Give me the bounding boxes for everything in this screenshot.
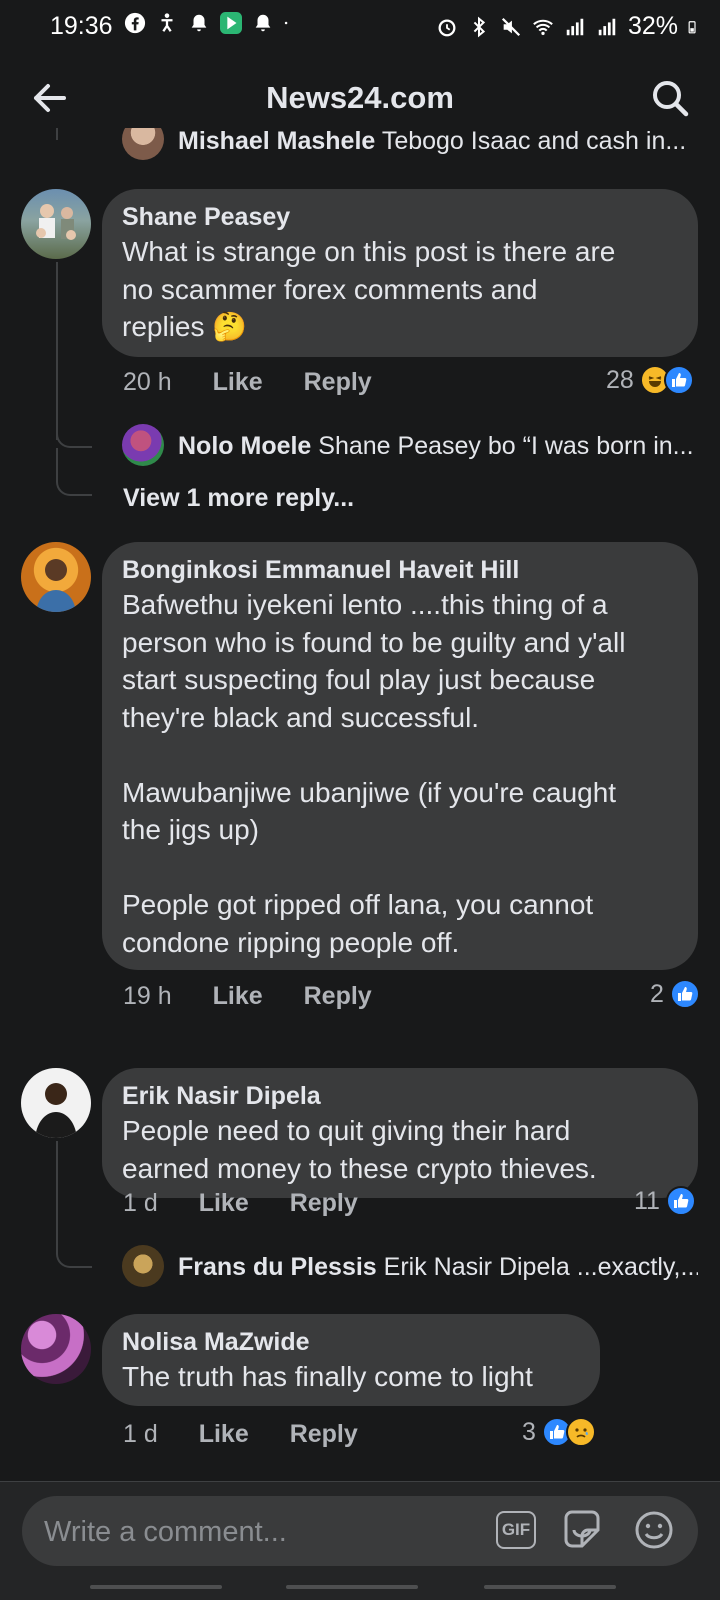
- like-reaction-icon: [663, 365, 694, 395]
- comment-bubble[interactable]: Nolisa MaZwide The truth has finally com…: [102, 1314, 600, 1406]
- like-reaction-icon: [665, 1186, 696, 1216]
- comment-actions: 1 d Like Reply: [123, 1420, 392, 1449]
- reply-text: Shane Peasey bo “I was born in...: [318, 432, 694, 460]
- comment-text: People need to quit giving their hard ea…: [122, 1115, 597, 1184]
- avatar[interactable]: [21, 542, 91, 612]
- comment-composer: Write a comment... GIF: [0, 1481, 720, 1600]
- emoji-icon[interactable]: [632, 1508, 676, 1552]
- mute-icon: [501, 17, 521, 36]
- reaction-summary[interactable]: 2: [650, 979, 700, 1009]
- comment-author[interactable]: Erik Nasir Dipela: [122, 1080, 678, 1112]
- comment-time[interactable]: 20 h: [123, 368, 172, 396]
- sad-reaction-icon: [565, 1417, 596, 1447]
- bell-icon: [191, 14, 207, 32]
- bell-icon-2: [255, 14, 271, 32]
- reply-button[interactable]: Reply: [290, 1189, 358, 1217]
- comment-time[interactable]: 19 h: [123, 982, 172, 1010]
- reaction-count: 3: [522, 1417, 536, 1446]
- comment-author[interactable]: Nolisa MaZwide: [122, 1326, 580, 1358]
- signal-icon: [566, 18, 584, 35]
- like-reaction-icon: [669, 979, 700, 1009]
- sticker-icon[interactable]: [560, 1508, 604, 1552]
- app-header: News24.com: [0, 60, 720, 136]
- reaction-summary[interactable]: 28: [606, 365, 694, 395]
- reply-author[interactable]: Frans du Plessis: [178, 1253, 377, 1281]
- avatar-photo: [36, 559, 76, 612]
- battery-icon: [688, 20, 696, 33]
- thread-connector: [56, 1218, 92, 1268]
- thread-connector: [56, 448, 92, 496]
- like-button[interactable]: Like: [199, 1420, 249, 1448]
- nav-handle-right[interactable]: [484, 1585, 616, 1589]
- like-button[interactable]: Like: [213, 368, 263, 396]
- reply-text: Erik Nasir Dipela ...exactly,...: [383, 1253, 698, 1281]
- alarm-icon: [438, 18, 456, 36]
- reply-preview[interactable]: Mishael Mashele Tebogo Isaac and cash in…: [178, 128, 698, 154]
- reaction-summary[interactable]: 11: [634, 1186, 696, 1216]
- thread-line: [56, 128, 58, 140]
- reply-author[interactable]: Mishael Mashele: [178, 128, 375, 154]
- comment-input[interactable]: Write a comment... GIF: [22, 1496, 698, 1566]
- reply-button[interactable]: Reply: [304, 982, 372, 1010]
- reaction-summary[interactable]: 3: [522, 1417, 596, 1447]
- nav-handle-left[interactable]: [90, 1585, 222, 1589]
- reaction-count: 11: [634, 1186, 660, 1215]
- comment-text: What is strange on this post is there ar…: [122, 236, 616, 342]
- notification-icons: [124, 12, 294, 34]
- like-button[interactable]: Like: [213, 982, 263, 1010]
- comment-text: The truth has finally come to light: [122, 1361, 533, 1392]
- comment-text: Bafwethu iyekeni lento ....this thing of…: [122, 589, 626, 958]
- reply-author[interactable]: Nolo Moele: [178, 432, 311, 460]
- search-icon[interactable]: [648, 76, 692, 120]
- comment-bubble[interactable]: Bonginkosi Emmanuel Haveit Hill Bafwethu…: [102, 542, 698, 970]
- comment-time[interactable]: 1 d: [123, 1189, 158, 1217]
- comment-bubble[interactable]: Erik Nasir Dipela People need to quit gi…: [102, 1068, 698, 1198]
- avatar-photo: [36, 204, 76, 240]
- reply-button[interactable]: Reply: [290, 1420, 358, 1448]
- comment-list[interactable]: Mishael Mashele Tebogo Isaac and cash in…: [0, 128, 720, 1480]
- signal-icon-2: [598, 18, 616, 35]
- comment-author[interactable]: Bonginkosi Emmanuel Haveit Hill: [122, 554, 678, 586]
- comment-author[interactable]: Shane Peasey: [122, 201, 678, 233]
- like-button[interactable]: Like: [199, 1189, 249, 1217]
- reply-preview[interactable]: Nolo Moele Shane Peasey bo “I was born i…: [178, 431, 698, 461]
- comment-actions: 20 h Like Reply: [123, 368, 406, 397]
- view-more-replies-link[interactable]: View 1 more reply...: [123, 484, 354, 513]
- comment-actions: 19 h Like Reply: [123, 982, 406, 1011]
- bluetooth-icon: [473, 16, 486, 37]
- reaction-count: 2: [650, 979, 664, 1008]
- avatar[interactable]: [122, 424, 164, 466]
- comment-bubble[interactable]: Shane Peasey What is strange on this pos…: [102, 189, 698, 357]
- battery-percentage: 32%: [627, 12, 678, 40]
- nav-handle-center[interactable]: [286, 1585, 418, 1589]
- status-time: 19:36: [50, 12, 113, 40]
- avatar[interactable]: [122, 128, 164, 160]
- system-icons: 32%: [436, 12, 702, 41]
- play-store-icon: [220, 12, 242, 34]
- comment-actions: 1 d Like Reply: [123, 1189, 392, 1218]
- thread-connector: [56, 398, 92, 448]
- reply-preview[interactable]: Frans du Plessis Erik Nasir Dipela ...ex…: [178, 1252, 698, 1282]
- avatar[interactable]: [21, 189, 91, 259]
- avatar[interactable]: [122, 1245, 164, 1287]
- page-title: News24.com: [266, 80, 454, 115]
- comment-input-placeholder[interactable]: Write a comment...: [44, 1516, 287, 1549]
- avatar-photo: [35, 1083, 77, 1138]
- status-bar: 19:36 32%: [0, 0, 720, 52]
- reaction-count: 28: [606, 365, 634, 394]
- wifi-icon: [533, 19, 553, 35]
- dot-icon: [284, 21, 288, 25]
- reply-button[interactable]: Reply: [304, 368, 372, 396]
- avatar[interactable]: [21, 1314, 91, 1384]
- facebook-icon: [124, 12, 146, 34]
- avatar[interactable]: [21, 1068, 91, 1138]
- comment-time[interactable]: 1 d: [123, 1420, 158, 1448]
- accessibility-icon: [161, 13, 173, 32]
- gif-button[interactable]: GIF: [496, 1511, 536, 1549]
- reply-text: Tebogo Isaac and cash in...: [381, 128, 687, 154]
